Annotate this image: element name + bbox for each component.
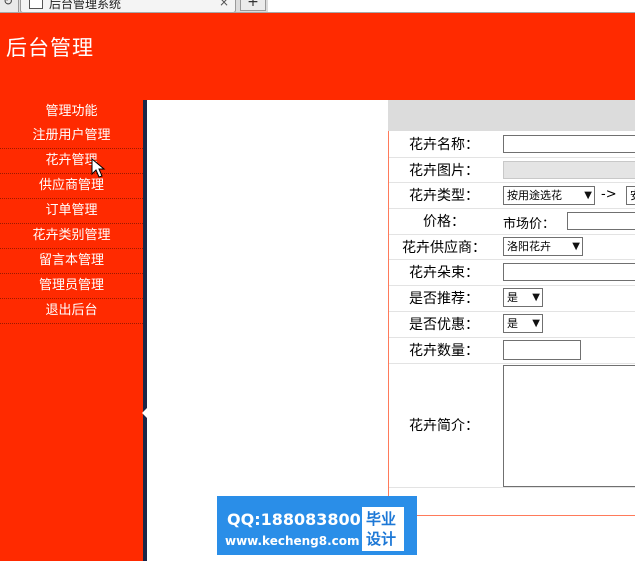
page-icon: [29, 0, 43, 9]
form-header-strip: [388, 100, 635, 131]
watermark-banner: QQ:188083800 www.kecheng8.com 毕业 设计: [217, 496, 417, 555]
watermark-badge-line1: 毕业: [366, 510, 397, 528]
flower-image-label: 花卉图片：: [409, 162, 479, 179]
sidebar-item-orders[interactable]: 订单管理: [0, 199, 143, 224]
sidebar-item-guestbook[interactable]: 留言本管理: [0, 249, 143, 274]
sidebar-heading: 管理功能: [45, 104, 98, 119]
form-row-supplier: 花卉供应商： 洛阳花卉 ▼: [389, 234, 635, 260]
form-row-discount: 是否优惠： 是 ▼: [389, 311, 635, 338]
chevron-down-icon: ▼: [532, 318, 540, 329]
form-row-intro: 花卉简介：: [389, 363, 635, 488]
flower-name-input[interactable]: [503, 135, 635, 153]
quantity-input[interactable]: [503, 340, 581, 360]
form-row-recommend: 是否推荐： 是 ▼: [389, 285, 635, 312]
discount-select-value: 是: [507, 317, 518, 330]
market-price-input[interactable]: [567, 212, 635, 230]
mouse-pointer-icon: [91, 158, 106, 178]
form-row-name: 花卉名称：: [389, 131, 635, 158]
flower-subtype-select-value: 安: [630, 189, 635, 202]
reload-button[interactable]: ↻: [0, 0, 19, 12]
flower-name-label: 花卉名称：: [409, 137, 479, 153]
flower-type-select-value: 按用途选花: [507, 189, 562, 202]
sidebar-item-users[interactable]: 注册用户管理: [0, 124, 143, 149]
reload-icon: ↻: [3, 0, 14, 8]
tab-strip-filler: [268, 0, 635, 12]
price-label: 价格：: [423, 214, 465, 230]
recommend-select[interactable]: 是 ▼: [503, 288, 543, 307]
intro-label: 花卉简介：: [409, 418, 479, 434]
flower-form: 花卉名称： 花卉图片： 花卉类型： 按用途选花 ▼ -> 安 价格： 市场价： 花…: [388, 131, 635, 516]
sidebar-item-logout[interactable]: 退出后台: [0, 299, 143, 324]
watermark-badge-line2: 设计: [366, 530, 397, 548]
browser-tab-title: 后台管理系统: [49, 0, 122, 11]
market-price-label: 市场价：: [503, 217, 556, 232]
watermark-qq: QQ:188083800: [227, 510, 361, 529]
flower-image-input[interactable]: [503, 161, 635, 179]
recommend-select-value: 是: [507, 291, 518, 304]
chevron-down-icon: ▼: [572, 241, 580, 252]
form-row-price: 价格： 市场价：: [389, 208, 635, 235]
supplier-select[interactable]: 洛阳花卉 ▼: [503, 237, 583, 256]
bouquet-label: 花卉朵束：: [409, 265, 479, 281]
form-row-type: 花卉类型： 按用途选花 ▼ -> 安: [389, 182, 635, 209]
chevron-down-icon: ▼: [532, 292, 540, 303]
supplier-select-value: 洛阳花卉: [507, 240, 551, 253]
form-row-bouquet: 花卉朵束：: [389, 259, 635, 286]
app-title: 后台管理: [6, 36, 94, 60]
intro-textarea[interactable]: [503, 365, 635, 487]
form-row-image: 花卉图片：: [389, 157, 635, 183]
bouquet-input[interactable]: [503, 263, 635, 281]
chevron-down-icon: ▼: [584, 190, 592, 201]
sidebar-item-categories[interactable]: 花卉类别管理: [0, 224, 143, 249]
recommend-label: 是否推荐：: [409, 291, 479, 307]
watermark-badge: 毕业 设计: [362, 507, 404, 551]
discount-select[interactable]: 是 ▼: [503, 314, 543, 333]
sidebar-item-admins[interactable]: 管理员管理: [0, 274, 143, 299]
sidebar-item-flowers[interactable]: 花卉管理: [0, 149, 143, 174]
supplier-label: 花卉供应商：: [402, 239, 486, 256]
discount-label: 是否优惠：: [409, 317, 479, 333]
flower-type-label: 花卉类型：: [409, 188, 479, 204]
quantity-label: 花卉数量：: [409, 343, 479, 359]
tab-close-icon[interactable]: ×: [219, 0, 229, 9]
watermark-url: www.kecheng8.com: [225, 534, 360, 548]
new-tab-button[interactable]: +: [240, 0, 266, 11]
type-arrow: ->: [601, 187, 617, 202]
form-row-quantity: 花卉数量：: [389, 337, 635, 364]
sidebar-menu: 管理功能 注册用户管理 花卉管理 供应商管理 订单管理 花卉类别管理 留言本管理…: [0, 100, 143, 324]
browser-tab-strip: ↻ 后台管理系统 × +: [0, 0, 635, 13]
browser-tab[interactable]: 后台管理系统 ×: [20, 0, 236, 12]
sidebar-item-suppliers[interactable]: 供应商管理: [0, 174, 143, 199]
flower-subtype-select[interactable]: 安: [626, 186, 635, 205]
flower-type-select[interactable]: 按用途选花 ▼: [503, 186, 595, 205]
